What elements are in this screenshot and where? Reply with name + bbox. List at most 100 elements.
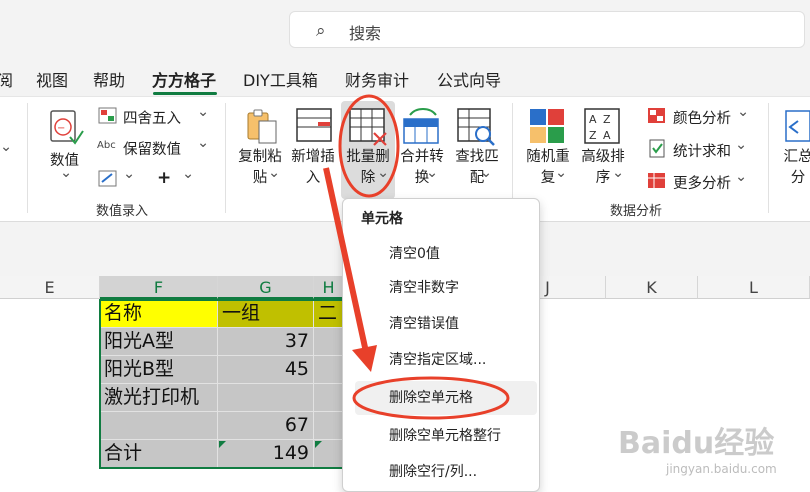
cell-h1[interactable]: 二 [314,300,344,328]
round-icon [98,107,117,124]
cell-g2[interactable]: 37 [218,328,314,356]
menu-item-clear-zero[interactable]: 清空0值 [355,237,537,271]
copy-paste-dropdown-icon[interactable]: ⌄ [268,165,280,181]
group-label-analysis: 数据分析 [610,204,663,219]
advanced-sort-dropdown-icon[interactable]: ⌄ [612,165,624,181]
cell-g4[interactable] [218,384,314,412]
search-icon: ⌕ [316,21,326,41]
tab-help[interactable]: 帮助 [93,67,125,91]
new-insert-icon [296,108,332,142]
tab-fangfangezi[interactable]: 方方格子 [152,67,216,91]
svg-text:−: − [57,123,65,134]
new-insert-button[interactable]: 新增插 入 [288,147,338,189]
error-indicator-icon [219,441,226,448]
active-tab-indicator [153,92,217,95]
cell-h2[interactable] [314,328,344,356]
ribbon-separator [27,103,28,213]
menu-item-delete-empty-cells[interactable]: 删除空单元格 [355,381,537,415]
stat-sum-button[interactable]: 统计求和 [673,140,731,161]
keep-value-dropdown-icon[interactable]: ⌄ [197,135,209,151]
ribbon-separator [225,103,226,213]
column-header-h[interactable]: H [314,276,344,299]
advanced-sort-icon: A Z Z A [584,108,620,144]
round-button[interactable]: 四舍五入 [123,107,181,128]
merge-convert-button[interactable]: 合并转 换 [397,147,447,189]
summary-button[interactable]: 汇总 分 [778,147,810,189]
new-insert-label-line1: 新增插 [291,149,335,165]
cell-g3[interactable]: 45 [218,356,314,384]
svg-text:Z: Z [589,129,597,142]
stat-sum-dropdown-icon[interactable]: ⌄ [735,137,747,153]
group-label-numeric: 数值录入 [96,204,149,219]
title-bar: ⌕ 搜索 [0,0,810,58]
keep-value-button[interactable]: 保留数值 [123,138,181,159]
format-dropdown-icon[interactable]: ⌄ [123,166,135,182]
overflow-chevron-icon[interactable]: ⌄ [0,139,12,155]
find-match-label-line2: 配 [469,170,485,186]
summary-label-line1: 汇总 [783,149,810,165]
cell-g1[interactable]: 一组 [218,300,314,328]
plus-button[interactable]: + [157,168,171,188]
tab-formula-wizard[interactable]: 公式向导 [437,67,501,91]
batch-delete-dropdown-icon[interactable]: ⌄ [377,165,389,181]
color-analysis-dropdown-icon[interactable]: ⌄ [737,104,749,120]
ribbon-tabs: 阅 视图 帮助 方方格子 DIY工具箱 财务审计 公式向导 [0,58,810,96]
plus-dropdown-icon[interactable]: ⌄ [182,166,194,182]
value-dropdown-icon[interactable]: ⌄ [60,165,72,181]
cell-h3[interactable] [314,356,344,384]
merge-convert-icon [403,108,439,144]
cell-f3[interactable]: 阳光B型 [100,356,218,384]
cell-g6[interactable]: 149 [218,440,314,468]
tab-diy-toolbox[interactable]: DIY工具箱 [243,67,318,91]
menu-item-clear-range[interactable]: 清空指定区域... [355,343,537,377]
find-match-label-line1: 查找匹 [455,149,499,165]
column-header-g[interactable]: G [218,276,314,299]
color-analysis-icon [648,108,665,123]
tab-finance-audit[interactable]: 财务审计 [345,67,409,91]
find-match-button[interactable]: 查找匹 配 [451,147,503,189]
cell-f5[interactable] [100,412,218,440]
format-icon [98,170,117,187]
more-analysis-button[interactable]: 更多分析 [673,172,731,193]
random-repeat-icon [530,109,564,143]
merge-convert-label-line1: 合并转 [400,149,444,165]
stat-sum-icon [649,139,665,158]
cell-f6[interactable]: 合计 [100,440,218,468]
ribbon-separator [512,103,513,213]
column-header-l[interactable]: L [698,276,810,299]
menu-item-clear-non-numeric[interactable]: 清空非数字 [355,271,537,305]
cell-h5[interactable] [314,412,344,440]
cell-h4[interactable] [314,384,344,412]
menu-item-delete-empty-cell-rows[interactable]: 删除空单元格整行 [355,419,537,453]
cell-g5[interactable]: 67 [218,412,314,440]
svg-text:A: A [603,129,611,142]
menu-item-clear-errors[interactable]: 清空错误值 [355,307,537,341]
color-analysis-button[interactable]: 颜色分析 [673,107,731,128]
summary-icon [785,110,810,142]
abc-icon: Abc [97,140,116,151]
round-dropdown-icon[interactable]: ⌄ [197,104,209,120]
cell-f4[interactable]: 激光打印机 [100,384,218,412]
column-header-f[interactable]: F [100,276,218,299]
column-header-e[interactable]: E [0,276,100,299]
find-match-icon [457,108,495,146]
merge-convert-dropdown-icon[interactable]: ⌄ [426,165,438,181]
menu-section-header: 单元格 [361,211,403,227]
cell-f1[interactable]: 名称 [100,300,218,328]
tab-view[interactable]: 视图 [36,67,68,91]
summary-label-line2: 分 [790,170,806,186]
numeric-value-icon: − [50,110,84,145]
tab-review[interactable]: 阅 [0,67,13,91]
ribbon-separator [768,103,769,213]
search-placeholder: 搜索 [349,24,382,43]
find-match-dropdown-icon[interactable]: ⌄ [480,165,492,181]
search-box[interactable]: ⌕ 搜索 [289,11,805,48]
new-insert-label-line2: 入 [305,170,321,186]
more-analysis-dropdown-icon[interactable]: ⌄ [735,169,747,185]
random-repeat-dropdown-icon[interactable]: ⌄ [555,165,567,181]
error-indicator-icon [315,441,322,448]
column-header-k[interactable]: K [606,276,698,299]
menu-item-delete-empty-rows-cols[interactable]: 删除空行/列... [355,455,537,489]
svg-text:Z: Z [603,113,611,126]
cell-f2[interactable]: 阳光A型 [100,328,218,356]
